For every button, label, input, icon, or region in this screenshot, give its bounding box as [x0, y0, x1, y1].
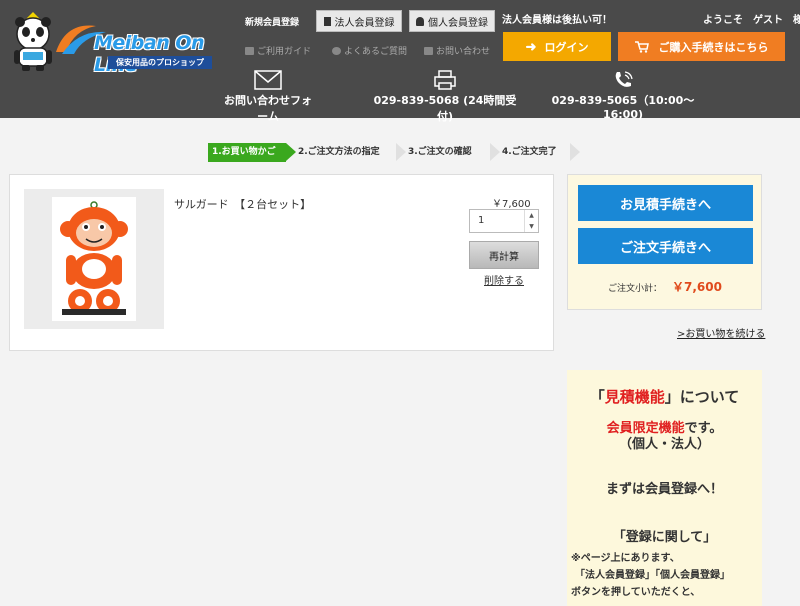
cart-item-box: サルガード 【２台セット】 ￥7,600 1 ▲ ▼ 再計算 削除する — [9, 174, 554, 351]
subtotal-value: ￥7,600 — [672, 280, 722, 294]
info-members-only: 会員限定機能です。 （個人・法人） — [567, 421, 762, 453]
members-only-sub: （個人・法人） — [618, 437, 710, 452]
members-only-highlight: 会員限定機能 — [606, 421, 685, 436]
step-arrow — [490, 143, 500, 161]
subtotal-label: ご注文小計： — [608, 284, 663, 294]
spin-up-icon[interactable]: ▲ — [525, 210, 538, 221]
envelope-icon — [254, 70, 282, 90]
contact-form-label: お問い合わせフォーム — [224, 94, 312, 123]
info-body-line: ※ページ上にあります、 — [571, 553, 680, 564]
new-member-label: 新規会員登録 — [245, 18, 300, 28]
checkout-steps: 1.お買い物かご 2.ご注文方法の指定 3.ご注文の確認 4.ご注文完了 — [208, 143, 580, 162]
site-logo[interactable]: Meiban On Line 保安用品のプロショップ — [8, 10, 240, 76]
product-image-frame — [24, 189, 164, 329]
step-arrow — [396, 143, 406, 161]
mail-icon — [424, 46, 433, 55]
fax-icon — [434, 70, 456, 90]
order-summary-box: お見積手続きへ ご注文手続きへ ご注文小計： ￥7,600 — [567, 174, 762, 310]
corporate-register-label: 法人会員登録 — [334, 17, 395, 29]
step-complete-label: 4.ご注文完了 — [502, 147, 557, 157]
chat-icon — [332, 46, 341, 55]
phone-icon — [615, 71, 633, 87]
quantity-input[interactable]: 1 ▲ ▼ — [469, 209, 539, 233]
login-icon: ➜ — [525, 38, 537, 54]
product-price: ￥7,600 — [492, 199, 531, 210]
step-cart-label: 1.お買い物かご — [212, 147, 276, 157]
phone-contact: 029-839-5065（10:00〜16:00) — [540, 70, 706, 121]
logo-subtitle: 保安用品のプロショップ — [108, 56, 212, 69]
step-complete: 4.ご注文完了 — [490, 143, 580, 162]
individual-register-button[interactable]: 個人会員登録 — [409, 10, 495, 32]
info-body-line: ボタンを押していただくと、 — [571, 587, 701, 598]
step-arrow — [570, 143, 580, 161]
subtotal: ご注文小計： ￥7,600 — [608, 278, 722, 295]
info-title-open: 「 — [589, 388, 605, 406]
cart-icon — [634, 40, 649, 53]
guide-link-label: ご利用ガイド — [257, 47, 312, 57]
spin-down-icon[interactable]: ▼ — [525, 221, 538, 232]
monkey-guard-product-image[interactable] — [52, 197, 136, 321]
estimate-info-box: 「見積機能」について 会員限定機能です。 （個人・法人） まずは会員登録へ！ 「… — [567, 370, 762, 606]
delete-link[interactable]: 削除する — [484, 272, 524, 287]
step-method: 2.ご注文方法の指定 — [286, 143, 406, 162]
checkout-button-label: ご購入手続きはこちら — [658, 41, 769, 54]
members-only-rest: です。 — [684, 421, 723, 436]
building-icon — [323, 16, 331, 26]
continue-shopping-link[interactable]: >お買い物を続ける — [677, 325, 765, 340]
step-arrow — [286, 143, 296, 161]
info-register-cta: まずは会員登録へ！ — [605, 482, 723, 497]
info-title: 「見積機能」について — [567, 386, 762, 407]
welcome-message: ようこそ ゲスト 様 — [703, 15, 800, 26]
inquiry-link-label: お問い合わせ — [436, 47, 491, 57]
step-cart: 1.お買い物かご — [208, 143, 296, 162]
info-body: ※ページ上にあります、 「法人会員登録」「個人会員登録」 ボタンを押していただく… — [571, 550, 761, 601]
faq-link[interactable]: よくあるご質問 — [332, 44, 407, 57]
order-button[interactable]: ご注文手続きへ — [578, 228, 753, 264]
quantity-spinner[interactable]: ▲ ▼ — [524, 210, 538, 232]
estimate-button[interactable]: お見積手続きへ — [578, 185, 753, 221]
inquiry-link[interactable]: お問い合わせ — [424, 44, 490, 57]
step-method-label: 2.ご注文方法の指定 — [298, 147, 380, 157]
fax-contact: 029-839-5068 (24時間受付) — [370, 70, 520, 124]
info-title-rest: 」について — [664, 388, 740, 406]
step-confirm-label: 3.ご注文の確認 — [408, 147, 472, 157]
recalculate-button[interactable]: 再計算 — [469, 241, 539, 269]
deferred-payment-note: 法人会員様は後払い可！ — [502, 15, 612, 26]
person-icon — [416, 16, 424, 26]
login-button[interactable]: ➜ ログイン — [503, 32, 611, 61]
fax-number: 029-839-5068 (24時間受付) — [373, 94, 517, 123]
phone-number: 029-839-5065（10:00〜16:00) — [551, 94, 695, 121]
panda-mascot-icon — [14, 12, 52, 71]
checkout-button[interactable]: ご購入手続きはこちら — [618, 32, 785, 61]
product-name[interactable]: サルガード 【２台セット】 — [174, 196, 311, 212]
faq-link-label: よくあるご質問 — [344, 47, 408, 57]
login-button-label: ログイン — [544, 41, 589, 54]
info-body-line: 「法人会員登録」「個人会員登録」 — [575, 570, 730, 581]
step-confirm: 3.ご注文の確認 — [396, 143, 500, 162]
info-title-highlight: 見積機能 — [604, 388, 665, 406]
logo-text: Meiban On Line — [94, 32, 205, 76]
guide-link[interactable]: ご利用ガイド — [245, 44, 311, 57]
book-icon — [245, 46, 254, 55]
quantity-value: 1 — [478, 215, 485, 226]
individual-register-label: 個人会員登録 — [428, 17, 488, 29]
corporate-register-button[interactable]: 法人会員登録 — [316, 10, 402, 32]
contact-form-link[interactable]: お問い合わせフォーム — [220, 70, 316, 124]
site-header: Meiban On Line 保安用品のプロショップ 新規会員登録 法人会員登録… — [0, 0, 800, 123]
info-about-heading: 「登録に関して」 — [612, 530, 717, 545]
